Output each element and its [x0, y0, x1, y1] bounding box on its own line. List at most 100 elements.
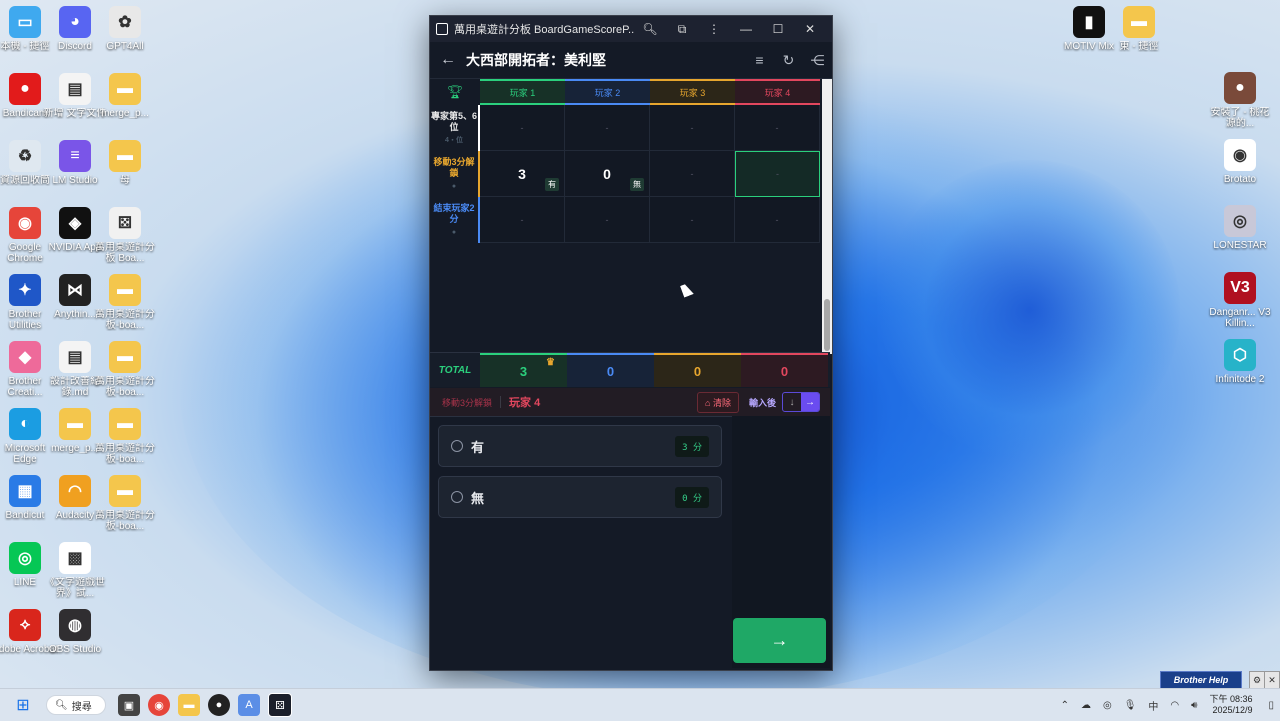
scrollbar[interactable] — [822, 79, 832, 354]
desktop-icon-label: Danganr... V3 Killin... — [1209, 307, 1271, 329]
volume-icon[interactable]: 🔊︎ — [1191, 700, 1197, 711]
scrollbar-thumb[interactable] — [824, 299, 830, 351]
more-icon[interactable]: ⋮ — [698, 16, 730, 42]
scoreboard-app-icon[interactable]: ⚄ — [268, 693, 292, 717]
row-label[interactable]: 移動3分解鎖 ● — [430, 151, 480, 197]
score-grid: 🏆︎ 玩家 1 玩家 2 玩家 3 玩家 4 專家第5、6位 4・位 - - - - 移動3分解鎖… — [430, 79, 820, 243]
desktop-icon-image: ▬ — [109, 341, 141, 373]
player-header-row: 🏆︎ 玩家 1 玩家 2 玩家 3 玩家 4 — [430, 79, 820, 105]
score-row: 移動3分解鎖 ● 3 有 0 無 - - — [430, 151, 820, 197]
trophy-icon: 🏆︎ — [446, 84, 464, 99]
score-cell[interactable]: - — [480, 197, 565, 243]
settings-icon[interactable]: ⚙ — [1249, 671, 1265, 689]
network-icon[interactable]: ◎ — [1103, 700, 1112, 711]
desktop-icon[interactable]: ◍ OBS Studio — [42, 609, 108, 655]
obs-icon[interactable]: ● — [208, 694, 230, 716]
ime-indicator[interactable]: 中 — [1148, 698, 1158, 713]
task-view-icon[interactable]: ▣ — [118, 694, 140, 716]
score-cell[interactable]: 0無 — [565, 151, 650, 197]
desktop-icon[interactable]: ▬ 萬用桌遊計分板-boa... — [92, 274, 158, 331]
share-icon[interactable]: ⋲ — [803, 52, 832, 69]
row-label[interactable]: 結束玩家2分 ● — [430, 197, 480, 243]
clear-button[interactable]: ⌂ 清除 — [697, 391, 739, 413]
player-header-1[interactable]: 玩家 1 — [480, 79, 565, 105]
search-box[interactable]: 🔍︎ 搜尋 — [46, 695, 106, 715]
advance-direction-toggle[interactable]: ↓ → — [782, 392, 820, 412]
row-label[interactable]: 專家第5、6位 4・位 — [430, 105, 480, 151]
wifi-icon[interactable]: ◠ — [1170, 700, 1179, 711]
desktop-icon[interactable]: ◎ LONESTAR — [1207, 205, 1273, 251]
desktop-icon-image: ⋈ — [59, 274, 91, 306]
start-button[interactable]: ⊞ — [12, 694, 34, 716]
desktop-icon[interactable]: ▬ 萬用桌遊計分板-boa... — [92, 408, 158, 465]
radio-icon[interactable] — [451, 440, 463, 452]
score-cell[interactable]: - — [650, 197, 735, 243]
close-icon[interactable]: ✕ — [1264, 671, 1280, 689]
brother-help-bar[interactable]: Brother Help — [1160, 671, 1242, 689]
cloud-icon[interactable]: ☁ — [1081, 700, 1091, 711]
chrome-icon[interactable]: ◉ — [148, 694, 170, 716]
window-titlebar[interactable]: 萬用桌遊計分板 BoardGameScoreP... 🔍︎ ⧉ ⋮ — ☐ ✕ — [430, 16, 832, 42]
desktop-icon[interactable]: ▬ 母 — [92, 140, 158, 186]
desktop-icon[interactable]: V3 Danganr... V3 Killin... — [1207, 272, 1273, 329]
option-no[interactable]: 無 0 分 — [438, 476, 722, 518]
minimize-button[interactable]: — — [730, 16, 762, 42]
radio-icon[interactable] — [451, 491, 463, 503]
option-yes[interactable]: 有 3 分 — [438, 425, 722, 467]
desktop-icon[interactable]: ⚄ 萬用桌遊計分板 Boa... — [92, 207, 158, 264]
app-icon-a[interactable]: A — [238, 694, 260, 716]
desktop-icon[interactable]: ▬ merge_p... — [92, 73, 158, 119]
player-header-3[interactable]: 玩家 3 — [650, 79, 735, 105]
clock[interactable]: 下午 08:36 2025/12/9 — [1209, 694, 1252, 716]
down-arrow-icon[interactable]: ↓ — [783, 393, 801, 411]
chevron-up-icon[interactable]: ⌃ — [1061, 700, 1069, 711]
score-cell[interactable]: - — [650, 151, 735, 197]
desktop-icon-image: ● — [9, 73, 41, 105]
score-cell[interactable]: 3有 — [480, 151, 565, 197]
row-label-sub: ● — [451, 182, 457, 190]
desktop-icon[interactable]: ▬ 萬用桌遊計分板-boa... — [92, 475, 158, 532]
game-title: 大西部開拓者：美利堅 — [466, 52, 606, 68]
score-cell[interactable]: - — [650, 105, 735, 151]
current-category: 移動3分解鎖 — [442, 397, 493, 408]
desktop-icon-image: ≡ — [59, 140, 91, 172]
score-cell[interactable]: - — [735, 197, 820, 243]
window-title: 萬用桌遊計分板 BoardGameScoreP... — [454, 24, 634, 36]
maximize-button[interactable]: ☐ — [762, 16, 794, 42]
desktop-icon-image: ◕ — [59, 6, 91, 38]
file-explorer-icon[interactable]: ▬ — [178, 694, 200, 716]
desktop-icon-label: LONESTAR — [1213, 240, 1267, 251]
desktop-icon[interactable]: ▩ 《文字遊戲世界》試... — [42, 542, 108, 599]
desktop-icon-image: ▤ — [59, 73, 91, 105]
score-value: - — [605, 122, 609, 133]
score-cell[interactable]: - — [735, 105, 820, 151]
desktop-icon[interactable]: ▬ 東 - 捷徑 — [1106, 6, 1172, 52]
next-button[interactable]: → — [733, 618, 826, 663]
desktop-icon-image: ▬ — [109, 73, 141, 105]
mic-icon[interactable]: 🎙︎ — [1124, 700, 1137, 711]
undo-icon[interactable]: ↻ — [774, 52, 803, 69]
score-cell[interactable]: - — [735, 151, 820, 197]
right-arrow-icon[interactable]: → — [801, 393, 819, 411]
player-header-2[interactable]: 玩家 2 — [565, 79, 650, 105]
desktop-icon[interactable]: ⬡ Infinitode 2 — [1207, 339, 1273, 385]
player-header-4[interactable]: 玩家 4 — [735, 79, 820, 105]
desktop-icon[interactable]: ● 安裝了 - 桃花源的... — [1207, 72, 1273, 129]
notification-icon[interactable]: ▯ — [1268, 700, 1274, 711]
score-cell[interactable]: - — [480, 105, 565, 151]
desktop-icon[interactable]: ✿ GPT4All — [92, 6, 158, 52]
extension-icon[interactable]: ⧉ — [666, 16, 698, 42]
app-icon — [436, 23, 448, 35]
desktop-icon-image: ◉ — [1224, 139, 1256, 171]
score-cell[interactable]: - — [565, 197, 650, 243]
desktop-icon[interactable]: ▬ 萬用桌遊計分板-boa... — [92, 341, 158, 398]
desktop-icon[interactable]: ◉ Brotato — [1207, 139, 1273, 185]
row-label-text: 專家第5、6位 — [430, 110, 477, 132]
sort-icon[interactable]: ≡ — [745, 52, 774, 68]
zoom-icon[interactable]: 🔍︎ — [634, 16, 666, 42]
desktop-icon-image: ◎ — [1224, 205, 1256, 237]
back-arrow-icon[interactable]: ← — [430, 51, 466, 69]
desktop-icon-image: ◉ — [9, 207, 41, 239]
close-button[interactable]: ✕ — [794, 16, 826, 42]
score-cell[interactable]: - — [565, 105, 650, 151]
